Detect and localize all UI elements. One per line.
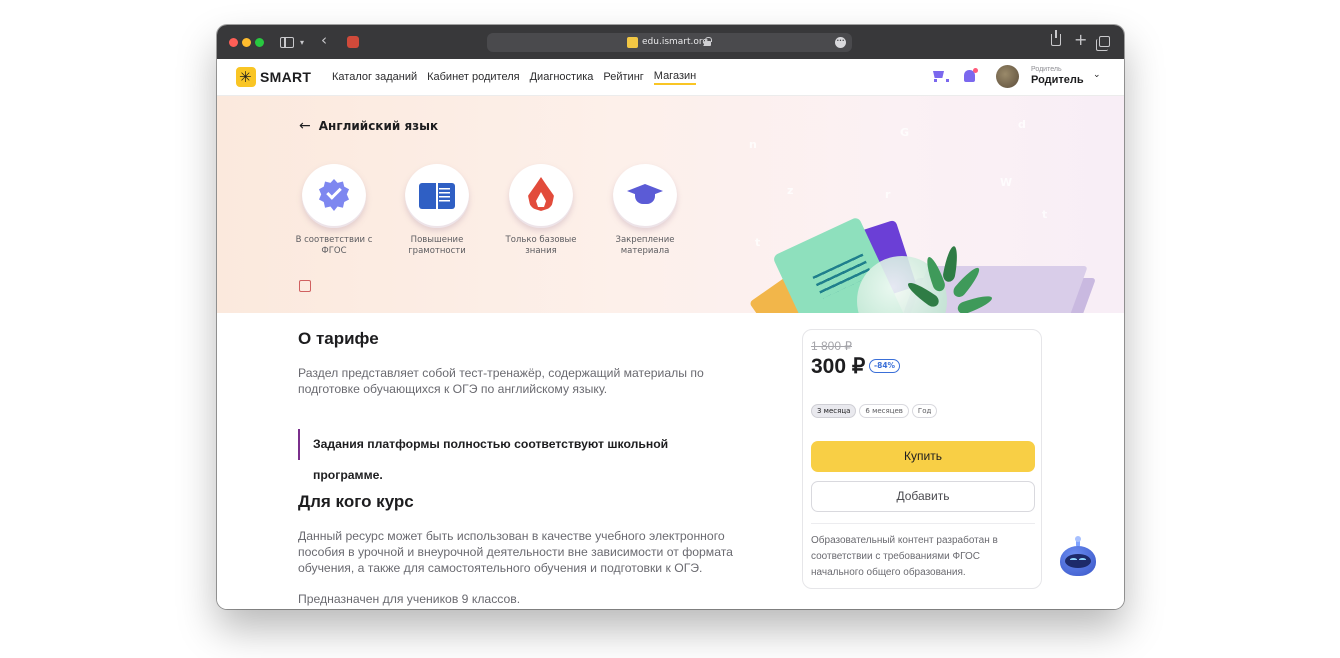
site-header: SMART Каталог заданий Кабинет родителя Д… (217, 59, 1124, 96)
cart-icon[interactable] (932, 71, 949, 82)
period-option-6-months[interactable]: 6 месяцев (859, 404, 909, 418)
avatar[interactable] (996, 65, 1019, 88)
audience-title: Для кого курс (298, 492, 414, 511)
close-window-button[interactable] (229, 38, 238, 47)
user-menu-chevron-icon[interactable]: ⌄ (1093, 70, 1101, 80)
chevron-down-icon[interactable]: ▾ (300, 34, 304, 52)
zoom-window-button[interactable] (255, 38, 264, 47)
chat-assistant-bot-icon[interactable] (1060, 536, 1096, 578)
browser-window: ▾ ‹ edu.ismart.org ··· + SMART Каталог з… (217, 25, 1124, 609)
menu-item-diagnostics[interactable]: Диагностика (530, 70, 594, 84)
feature-literacy: Повышение грамотности (397, 164, 477, 256)
about-title: О тарифе (298, 329, 379, 348)
current-price: 300 ₽ (811, 355, 866, 378)
logo-icon (236, 67, 256, 87)
decor-letter: n (749, 138, 757, 151)
logo-text: SMART (260, 69, 312, 85)
feature-icon-circle (302, 164, 366, 228)
bot-eye (1079, 558, 1086, 561)
bot-eye (1070, 558, 1077, 561)
image-placeholder-icon (299, 280, 311, 292)
back-link[interactable]: ← Английский язык (299, 118, 438, 134)
old-price: 1 800 ₽ (811, 339, 852, 353)
decor-letter: z (787, 184, 794, 197)
feature-label: Закрепление материала (615, 235, 675, 256)
discount-badge: -84% (869, 359, 901, 373)
site-logo[interactable]: SMART (236, 67, 311, 87)
fgos-note: Образовательный контент разработан в соо… (811, 535, 998, 578)
decor-letter: W (1000, 176, 1013, 189)
back-button-icon[interactable]: ‹ (321, 31, 327, 49)
add-to-cart-button[interactable]: Добавить (811, 481, 1035, 512)
feature-reinforcement: Закрепление материала (605, 164, 685, 256)
extension-icon[interactable] (347, 36, 359, 48)
share-icon[interactable] (1051, 30, 1061, 46)
feature-label: В соответствии с ФГОС (295, 235, 373, 256)
sidebar-toggle-icon[interactable] (280, 37, 294, 48)
menu-item-catalog[interactable]: Каталог заданий (332, 70, 417, 84)
product-content: О тарифе Раздел представляет собой тест-… (217, 313, 1124, 609)
decor-letter: d (1018, 118, 1026, 131)
highlight-quote: Задания платформы полностью соответствую… (298, 429, 738, 482)
card-divider (811, 523, 1035, 524)
lock-icon (704, 37, 712, 46)
user-name[interactable]: Родитель (1031, 74, 1084, 86)
audience-grade-text: Предназначен для учеников 9 классов. (298, 592, 521, 606)
quote-text: Задания платформы полностью соответствую… (313, 437, 669, 482)
address-url: edu.ismart.org (642, 37, 709, 47)
tab-overview-icon[interactable] (1096, 36, 1110, 51)
period-selector: 3 месяца 6 месяцев Год (811, 404, 938, 418)
menu-item-shop[interactable]: Магазин (653, 69, 697, 85)
buy-button[interactable]: Купить (811, 441, 1035, 472)
main-menu: Каталог заданий Кабинет родителя Диагнос… (332, 59, 697, 95)
address-bar[interactable]: edu.ismart.org ··· (487, 33, 852, 52)
site-favicon-icon (627, 37, 638, 48)
feature-icon-circle (405, 164, 469, 228)
menu-item-rating[interactable]: Рейтинг (603, 70, 643, 84)
arrow-left-icon: ← (299, 118, 311, 134)
decor-letter: t (1042, 208, 1048, 221)
book-pages-lines (439, 188, 450, 202)
about-text: Раздел представляет собой тест-тренажёр,… (298, 366, 704, 396)
menu-item-parent-cabinet[interactable]: Кабинет родителя (427, 70, 520, 84)
decor-letter: r (885, 188, 891, 201)
subject-title: Английский язык (318, 119, 439, 133)
decor-letter: G (900, 126, 910, 139)
period-option-3-months[interactable]: 3 месяца (811, 404, 857, 418)
feature-icon-circle (613, 164, 677, 228)
audience-text: Данный ресурс может быть использован в к… (298, 529, 733, 575)
decor-letter: t (755, 236, 761, 249)
pricing-card: 1 800 ₽ 300 ₽ -84% 3 месяца 6 месяцев Го… (802, 329, 1042, 589)
feature-label: Только базовые знания (505, 235, 577, 256)
new-tab-icon[interactable]: + (1074, 31, 1087, 49)
notifications-bell-icon[interactable] (964, 68, 978, 82)
feature-basics: Только базовые знания (501, 164, 581, 256)
minimize-window-button[interactable] (242, 38, 251, 47)
graduation-cap-base (635, 194, 655, 204)
feature-icon-circle (509, 164, 573, 228)
feature-fgos: В соответствии с ФГОС (294, 164, 374, 256)
period-option-year[interactable]: Год (911, 404, 938, 418)
page-menu-icon[interactable]: ··· (835, 37, 846, 48)
browser-titlebar: ▾ ‹ edu.ismart.org ··· + (217, 25, 1124, 59)
feature-label: Повышение грамотности (408, 235, 466, 256)
bot-face (1065, 554, 1091, 568)
user-role: Родитель (1031, 66, 1062, 73)
product-hero: G d W n r z t t ← Английский язык В соот… (217, 96, 1124, 313)
